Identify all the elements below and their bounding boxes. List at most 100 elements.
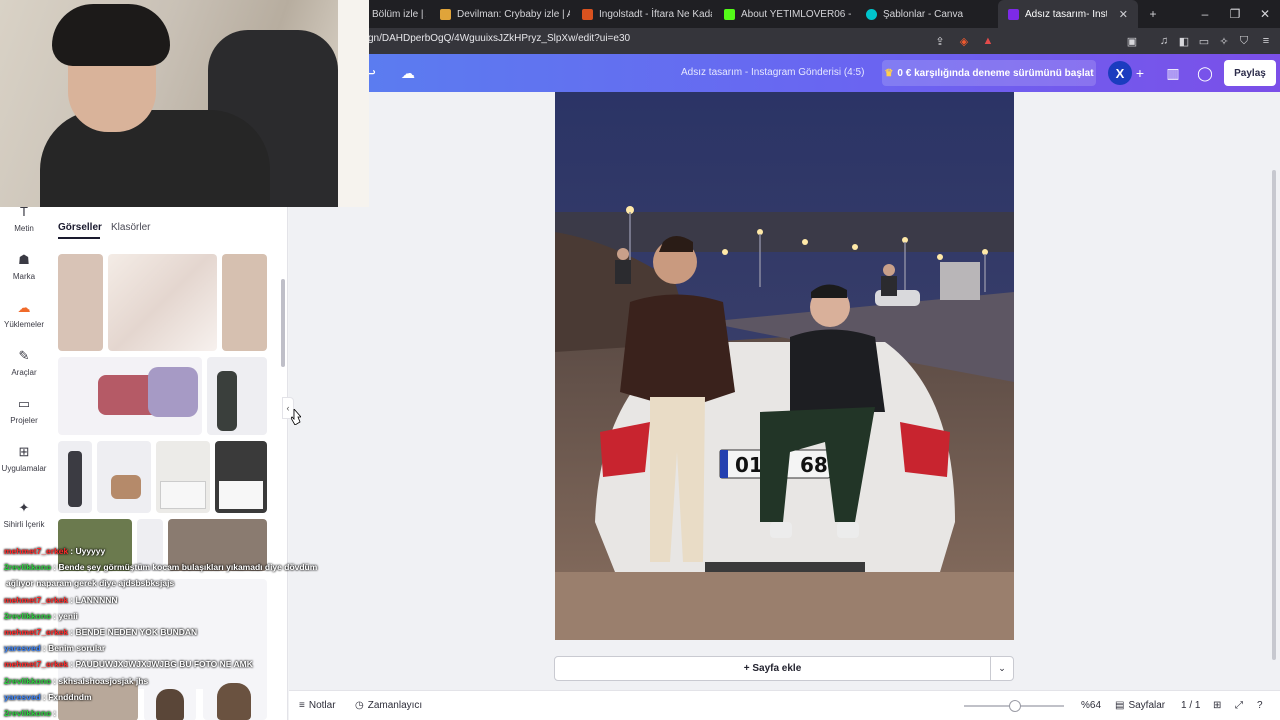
image-thumbnail[interactable] <box>58 441 92 513</box>
canva-favicon-icon <box>1008 8 1019 20</box>
minimize-icon[interactable]: – <box>1190 0 1220 28</box>
chat-text: : PAUDUWJXJWJXJWJBG BU FOTO NE AMK <box>70 659 253 670</box>
rail-item-tools[interactable]: ✎ Araçlar <box>0 347 48 377</box>
help-icon[interactable]: ? <box>1257 700 1263 711</box>
chat-username: yaresved <box>4 643 41 654</box>
timer-icon: ◷ <box>355 700 364 711</box>
share-button[interactable]: Paylaş <box>1224 60 1276 86</box>
image-thumbnail[interactable] <box>97 441 151 513</box>
brand-icon: ☗ <box>18 252 30 267</box>
sidebar-icon[interactable]: ◧ <box>1176 33 1192 49</box>
browser-tab[interactable]: About YETIMLOVER06 - Watch <box>714 0 854 28</box>
chat-text: : yenii <box>53 610 78 621</box>
chat-message: 2revlikkono: yenii <box>4 611 344 627</box>
grid-view-icon[interactable]: ⊞ <box>1213 700 1221 711</box>
image-thumbnail[interactable] <box>108 254 217 351</box>
chat-username: yaresved <box>4 691 41 702</box>
chat-username: mehmet7_erkek <box>4 659 69 670</box>
rewards-icon[interactable]: ▲ <box>980 33 996 49</box>
tab-label: Ingolstadt - İftara Ne Kadar Ka <box>599 8 712 20</box>
reader-icon[interactable]: ▣ <box>1124 33 1140 49</box>
media-icon[interactable]: ♫ <box>1156 33 1172 49</box>
panel-scroll-thumb[interactable] <box>281 279 285 367</box>
wallet-icon[interactable]: ▭ <box>1196 33 1212 49</box>
rail-item-brand[interactable]: ☗ Marka <box>0 251 48 281</box>
start-trial-button[interactable]: ♛ 0 € karşılığında deneme sürümünü başla… <box>882 60 1096 86</box>
tab-label: About YETIMLOVER06 - Watch <box>741 8 854 20</box>
image-thumbnail[interactable] <box>58 254 103 351</box>
new-tab-icon[interactable]: + <box>1138 0 1168 28</box>
zoom-level[interactable]: %64 <box>1081 700 1101 711</box>
rail-item-label: Sihirli İçerik <box>3 520 45 529</box>
image-thumbnail[interactable] <box>207 357 267 435</box>
chat-text: : BENDE NEDEN YOK BUNDAN <box>70 626 198 637</box>
leo-ai-icon[interactable]: ✧ <box>1216 33 1232 49</box>
tab-label: Adsız tasarım- Instagram G <box>1025 8 1107 20</box>
zoom-slider-handle[interactable] <box>1009 700 1021 712</box>
chat-text: : Uyyyyy <box>70 546 106 556</box>
document-title[interactable]: Adsız tasarım - Instagram Gönderisi (4:5… <box>681 67 864 78</box>
timer-label: Zamanlayıcı <box>367 700 423 711</box>
image-thumbnail[interactable] <box>156 441 210 513</box>
pages-button[interactable]: ▤ Sayfalar <box>1115 700 1165 711</box>
browser-tab[interactable]: Ingolstadt - İftara Ne Kadar Ka <box>572 0 712 28</box>
browser-tab[interactable]: Şablonlar - Canva <box>856 0 996 28</box>
vpn-shield-icon[interactable]: ⛉ <box>1236 33 1252 49</box>
share-page-icon[interactable]: ⇪ <box>932 33 948 49</box>
canva-favicon-icon <box>866 8 877 20</box>
tab-folders[interactable]: Klasörler <box>111 222 150 233</box>
cloud-save-icon[interactable]: ☁ <box>396 61 420 85</box>
chat-text: : Fxnddndm <box>42 691 92 702</box>
webcam-person-body <box>40 110 270 207</box>
stream-chat-overlay: mehmet7_erkek: Uyyyyy 2revlikkono: Bende … <box>4 546 344 720</box>
magic-icon: ✦ <box>18 500 30 515</box>
add-page-button[interactable]: + Sayfa ekle <box>554 656 991 681</box>
chat-text: : Benim sorular <box>42 643 106 654</box>
add-collaborator-icon[interactable]: + <box>1128 61 1152 85</box>
close-tab-icon[interactable]: ✕ <box>1119 8 1128 21</box>
menu-icon[interactable]: ≡ <box>1258 33 1274 49</box>
rail-item-apps[interactable]: ⊞ Uygulamalar <box>0 443 48 473</box>
webcam-person-hair <box>52 4 170 66</box>
chat-text: : skhsalshoasjosjak jhs <box>53 675 149 686</box>
chat-message: 2revlikkono: Bende şey görmüştüm kocam b… <box>4 562 344 578</box>
tab-images[interactable]: Görseller <box>58 222 102 233</box>
chat-username: 2revlikkono <box>4 707 52 718</box>
chat-message: yaresved: Benim sorular <box>4 643 344 659</box>
plate-right: 68 <box>800 453 828 477</box>
fullscreen-icon[interactable]: ⤢ <box>1235 700 1243 711</box>
chat-username: mehmet7_erkek <box>4 594 69 605</box>
rail-item-uploads[interactable]: ☁ Yüklemeler <box>0 299 48 329</box>
bottom-toolbar: ≡ Notlar ◷ Zamanlayıcı %64 ▤ Sayfalar 1 … <box>289 690 1280 720</box>
chat-message: 2revlikkono: skhsalshoasjosjak jhs <box>4 676 344 692</box>
rail-item-label: Marka <box>12 272 36 281</box>
browser-tab[interactable]: Bölüm izle | A <box>362 0 426 28</box>
brave-shield-icon[interactable]: ◈ <box>956 33 972 49</box>
comment-icon[interactable]: ◯ <box>1193 61 1217 85</box>
url-input[interactable]: gn/DAHDperbOgQ/4WguuixsJZkHPryz_SlpXw/ed… <box>368 33 630 44</box>
browser-tab[interactable]: Devilman: Crybaby izle | Anizm <box>430 0 570 28</box>
chevron-left-icon: ‹ <box>286 403 290 413</box>
rail-item-label: Uygulamalar <box>1 464 47 473</box>
rail-item-label: Metin <box>14 224 34 233</box>
design-page[interactable]: 01 68 <box>555 92 1014 640</box>
chevron-down-icon: ⌄ <box>998 663 1006 673</box>
insights-chart-icon[interactable]: ▥ <box>1161 61 1185 85</box>
image-thumbnail[interactable] <box>215 441 267 513</box>
rail-item-magic[interactable]: ✦ Sihirli İçerik <box>0 499 48 529</box>
rail-item-text[interactable]: T Metin <box>0 203 48 233</box>
chat-text: : <box>53 707 57 718</box>
browser-tab-active[interactable]: Adsız tasarım- Instagram G ✕ <box>998 0 1138 28</box>
mouse-pointer-icon <box>291 409 301 425</box>
add-page-dropdown[interactable]: ⌄ <box>990 656 1014 681</box>
rail-item-projects[interactable]: ▭ Projeler <box>0 395 48 425</box>
webcam-background-window <box>338 0 369 207</box>
timer-button[interactable]: ◷ Zamanlayıcı <box>355 700 422 711</box>
maximize-icon[interactable]: ❐ <box>1220 0 1250 28</box>
workspace-scrollbar[interactable] <box>1272 170 1276 660</box>
chat-message: mehmet7_erkek: Uyyyyy <box>4 546 344 562</box>
image-thumbnail[interactable] <box>58 357 202 435</box>
image-thumbnail[interactable] <box>222 254 267 351</box>
chat-username: mehmet7_erkek <box>4 546 69 556</box>
close-window-icon[interactable]: ✕ <box>1250 0 1280 28</box>
